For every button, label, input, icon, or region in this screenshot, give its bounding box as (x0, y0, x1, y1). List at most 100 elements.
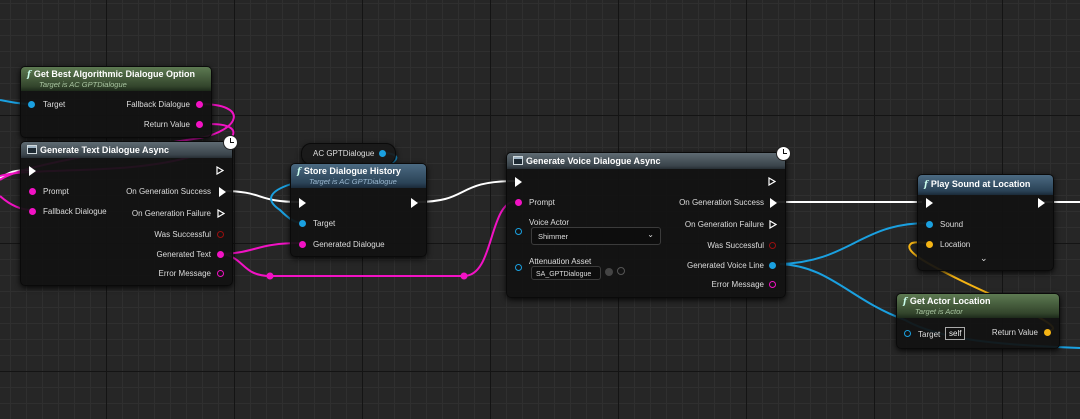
pin-label-on-failure: On Generation Failure (131, 209, 211, 218)
node-play-sound-at-location[interactable]: f Play Sound at Location Sound Location ⌄ (917, 174, 1054, 271)
pin-label-target: Target (918, 330, 941, 339)
node-subtitle: Target is AC GPTDialogue (309, 177, 397, 186)
reroute-node-2 (460, 272, 468, 280)
exec-input-pin[interactable] (926, 198, 933, 208)
async-icon (513, 156, 523, 165)
pin-label-on-success: On Generation Success (126, 187, 211, 196)
browse-asset-icon[interactable] (605, 268, 613, 276)
pin-label-prompt: Prompt (529, 198, 555, 207)
expand-chevron-icon[interactable]: ⌄ (980, 253, 988, 264)
pin-label-was-successful: Was Successful (154, 230, 211, 239)
exec-output-pin[interactable] (216, 166, 224, 175)
on-success-exec-pin[interactable] (219, 187, 226, 197)
on-failure-exec-pin[interactable] (769, 220, 777, 229)
node-title: Store Dialogue History (303, 166, 401, 176)
exec-output-pin[interactable] (768, 177, 776, 186)
node-header[interactable]: Generate Voice Dialogue Async (507, 153, 785, 169)
node-generate-voice-dialogue[interactable]: Generate Voice Dialogue Async Prompt Voi… (506, 146, 791, 298)
latent-clock-icon (223, 135, 238, 150)
exec-input-pin[interactable] (29, 166, 36, 176)
pin-label-generated-dialogue: Generated Dialogue (313, 240, 385, 249)
exec-output-pin[interactable] (1038, 198, 1045, 208)
location-pin[interactable] (926, 241, 933, 248)
pin-label-generated-text: Generated Text (156, 250, 211, 259)
node-store-dialogue-history[interactable]: f Store Dialogue History Target is AC GPT… (290, 163, 427, 257)
node-title: Generate Voice Dialogue Async (526, 156, 661, 166)
node-header[interactable]: f Store Dialogue History Target is AC GPT… (291, 164, 426, 188)
variable-label: AC GPTDialogue (313, 149, 375, 158)
generated-dialogue-pin[interactable] (299, 241, 306, 248)
node-title: Get Best Algorithmic Dialogue Option (33, 69, 196, 79)
object-wire-voice-to-sound (779, 222, 929, 265)
pin-label-fallback: Fallback Dialogue (43, 207, 107, 216)
attenuation-asset-picker[interactable]: SA_GPTDialogue (531, 266, 601, 280)
exec-input-pin[interactable] (515, 177, 522, 187)
was-successful-pin[interactable] (217, 231, 224, 238)
error-message-pin[interactable] (769, 281, 776, 288)
node-header[interactable]: f Play Sound at Location (918, 175, 1053, 195)
node-get-actor-location[interactable]: f Get Actor Location Target is Actor Targ… (896, 293, 1060, 349)
node-title: Get Actor Location (909, 296, 991, 306)
chevron-down-icon: ⌄ (647, 230, 654, 239)
voice-actor-pin[interactable] (515, 228, 522, 235)
node-get-best-dialogue-option[interactable]: f Get Best Algorithmic Dialogue Option Ta… (20, 66, 212, 138)
exec-wire-store-to-voice (416, 180, 516, 203)
node-header[interactable]: f Get Actor Location Target is Actor (897, 294, 1059, 318)
pin-label-return: Return Value (143, 120, 190, 129)
string-wire-generated-to-reroute (216, 253, 464, 277)
target-self-field[interactable]: self (945, 327, 966, 340)
prompt-pin[interactable] (515, 199, 522, 206)
node-header[interactable]: Generate Text Dialogue Async (21, 142, 232, 158)
on-failure-exec-pin[interactable] (217, 209, 225, 218)
pin-label-target: Target (43, 100, 66, 109)
pin-label-voice-actor: Voice Actor (529, 218, 570, 227)
node-subtitle: Target is AC GPTDialogue (39, 80, 127, 89)
reroute-node-1 (266, 272, 274, 280)
attenuation-value: SA_GPTDialogue (536, 271, 592, 278)
was-successful-pin[interactable] (769, 242, 776, 249)
exec-output-pin[interactable] (411, 198, 418, 208)
target-pin[interactable] (904, 330, 911, 337)
pin-label-on-success: On Generation Success (679, 198, 764, 207)
fallback-pin[interactable] (29, 208, 36, 215)
on-success-exec-pin[interactable] (770, 198, 777, 208)
latent-clock-icon (776, 146, 791, 161)
variable-ac-gptdialogue[interactable]: AC GPTDialogue (301, 143, 396, 165)
sound-pin[interactable] (926, 221, 933, 228)
async-icon (27, 145, 37, 154)
pin-label-location: Location (940, 240, 971, 249)
pin-label-on-failure: On Generation Failure (684, 220, 764, 229)
search-icon[interactable] (617, 267, 625, 275)
pin-label-error-message: Error Message (158, 269, 211, 278)
node-generate-text-dialogue[interactable]: Generate Text Dialogue Async Prompt Fall… (20, 135, 238, 286)
return-output-pin[interactable] (196, 121, 203, 128)
attenuation-pin[interactable] (515, 264, 522, 271)
generated-voice-pin[interactable] (769, 262, 776, 269)
pin-label-target: Target (313, 219, 336, 228)
error-message-pin[interactable] (217, 270, 224, 277)
voice-actor-value: Shimmer (538, 232, 569, 241)
prompt-pin[interactable] (29, 188, 36, 195)
node-title: Generate Text Dialogue Async (40, 145, 170, 155)
return-value-pin[interactable] (1044, 329, 1051, 336)
node-header[interactable]: f Get Best Algorithmic Dialogue Option Ta… (21, 67, 211, 91)
function-icon: f (903, 297, 907, 307)
pin-label-was-successful: Was Successful (707, 241, 764, 250)
fallback-output-pin[interactable] (196, 101, 203, 108)
voice-actor-dropdown[interactable]: Shimmer ⌄ (531, 227, 661, 245)
function-icon: f (27, 70, 31, 80)
exec-input-pin[interactable] (299, 198, 306, 208)
pin-label-error-message: Error Message (711, 280, 764, 289)
pin-label-fallback: Fallback Dialogue (126, 100, 190, 109)
node-title: Play Sound at Location (930, 179, 1031, 189)
function-icon: f (924, 180, 928, 190)
pin-label-prompt: Prompt (43, 187, 69, 196)
pin-label-generated-voice: Generated Voice Line (687, 261, 764, 270)
variable-output-pin[interactable] (379, 150, 386, 157)
pin-label-return: Return Value (991, 328, 1038, 337)
pin-label-sound: Sound (940, 220, 964, 229)
target-pin[interactable] (299, 220, 306, 227)
generated-text-pin[interactable] (217, 251, 224, 258)
target-pin[interactable] (28, 101, 35, 108)
node-subtitle: Target is Actor (915, 307, 963, 316)
